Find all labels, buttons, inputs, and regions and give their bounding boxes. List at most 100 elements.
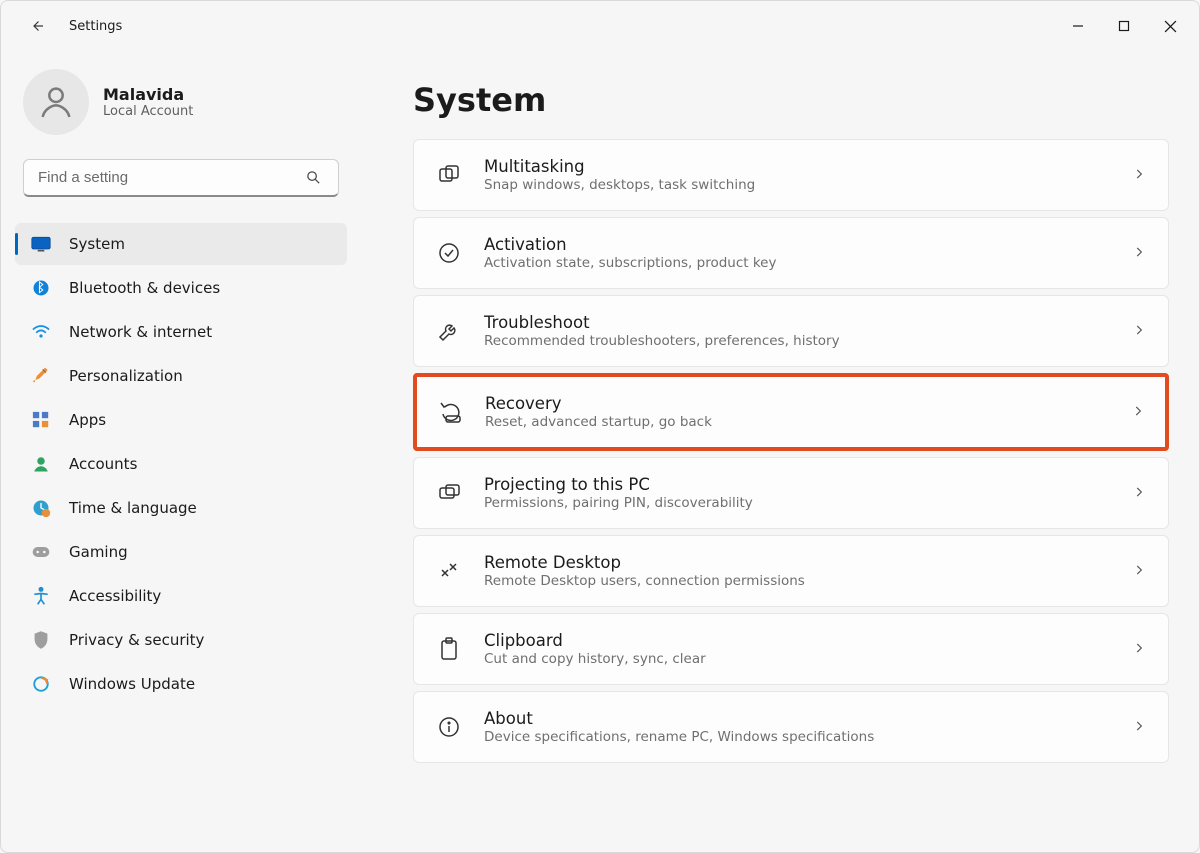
- card-text: Clipboard Cut and copy history, sync, cl…: [484, 631, 1110, 667]
- chevron-right-icon: [1132, 718, 1146, 737]
- sidebar-item-label: Accessibility: [69, 587, 161, 605]
- card-projecting[interactable]: Projecting to this PC Permissions, pairi…: [413, 457, 1169, 529]
- card-title: Multitasking: [484, 157, 1110, 176]
- chevron-right-icon: [1132, 562, 1146, 581]
- accessibility-icon: [31, 586, 51, 606]
- card-subtitle: Device specifications, rename PC, Window…: [484, 729, 1110, 745]
- sidebar-item-system[interactable]: System: [15, 223, 347, 265]
- card-remote-desktop[interactable]: Remote Desktop Remote Desktop users, con…: [413, 535, 1169, 607]
- sidebar-item-network[interactable]: Network & internet: [15, 311, 347, 353]
- content-area: Malavida Local Account System: [1, 51, 1199, 852]
- clock-globe-icon: [31, 498, 51, 518]
- gamepad-icon: [31, 542, 51, 562]
- projecting-icon: [436, 480, 462, 506]
- sidebar-item-label: System: [69, 235, 125, 253]
- profile-text: Malavida Local Account: [103, 85, 193, 119]
- sidebar-item-privacy[interactable]: Privacy & security: [15, 619, 347, 661]
- card-subtitle: Remote Desktop users, connection permiss…: [484, 573, 1110, 589]
- activation-icon: [436, 240, 462, 266]
- chevron-right-icon: [1132, 166, 1146, 185]
- nav: System Bluetooth & devices Network & int…: [15, 223, 347, 705]
- close-button[interactable]: [1147, 6, 1193, 46]
- window-controls: [1055, 6, 1193, 46]
- sidebar-item-windows-update[interactable]: Windows Update: [15, 663, 347, 705]
- shield-icon: [31, 630, 51, 650]
- chevron-right-icon: [1132, 640, 1146, 659]
- wrench-icon: [436, 318, 462, 344]
- search-container: [15, 153, 347, 211]
- close-icon: [1164, 20, 1177, 33]
- card-text: Recovery Reset, advanced startup, go bac…: [485, 394, 1109, 430]
- remote-desktop-icon: [436, 558, 462, 584]
- card-title: Remote Desktop: [484, 553, 1110, 572]
- chevron-right-icon: [1131, 403, 1145, 422]
- card-text: Remote Desktop Remote Desktop users, con…: [484, 553, 1110, 589]
- profile-name: Malavida: [103, 85, 193, 104]
- sidebar-item-label: Network & internet: [69, 323, 212, 341]
- search-input[interactable]: [23, 159, 339, 197]
- profile-block[interactable]: Malavida Local Account: [15, 61, 347, 153]
- card-recovery[interactable]: Recovery Reset, advanced startup, go bac…: [413, 373, 1169, 451]
- card-text: Projecting to this PC Permissions, pairi…: [484, 475, 1110, 511]
- card-subtitle: Permissions, pairing PIN, discoverabilit…: [484, 495, 1110, 511]
- system-icon: [31, 234, 51, 254]
- card-text: Activation Activation state, subscriptio…: [484, 235, 1110, 271]
- chevron-right-icon: [1132, 484, 1146, 503]
- card-about[interactable]: About Device specifications, rename PC, …: [413, 691, 1169, 763]
- sidebar-item-apps[interactable]: Apps: [15, 399, 347, 441]
- card-multitasking[interactable]: Multitasking Snap windows, desktops, tas…: [413, 139, 1169, 211]
- sidebar-item-gaming[interactable]: Gaming: [15, 531, 347, 573]
- sidebar-item-personalization[interactable]: Personalization: [15, 355, 347, 397]
- app-title: Settings: [69, 19, 122, 34]
- bluetooth-icon: [31, 278, 51, 298]
- minimize-button[interactable]: [1055, 6, 1101, 46]
- maximize-icon: [1118, 20, 1130, 32]
- sidebar-item-label: Windows Update: [69, 675, 195, 693]
- sidebar-item-label: Accounts: [69, 455, 137, 473]
- sidebar-item-label: Time & language: [69, 499, 197, 517]
- card-subtitle: Reset, advanced startup, go back: [485, 414, 1109, 430]
- card-activation[interactable]: Activation Activation state, subscriptio…: [413, 217, 1169, 289]
- avatar: [23, 69, 89, 135]
- titlebar: Settings: [1, 1, 1199, 51]
- card-subtitle: Snap windows, desktops, task switching: [484, 177, 1110, 193]
- profile-subtitle: Local Account: [103, 104, 193, 119]
- card-clipboard[interactable]: Clipboard Cut and copy history, sync, cl…: [413, 613, 1169, 685]
- card-subtitle: Recommended troubleshooters, preferences…: [484, 333, 1110, 349]
- sidebar-item-label: Privacy & security: [69, 631, 204, 649]
- sidebar-item-label: Personalization: [69, 367, 183, 385]
- multitasking-icon: [436, 162, 462, 188]
- minimize-icon: [1072, 20, 1084, 32]
- sidebar-item-time-language[interactable]: Time & language: [15, 487, 347, 529]
- card-text: Troubleshoot Recommended troubleshooters…: [484, 313, 1110, 349]
- back-arrow-icon: [28, 17, 46, 35]
- sidebar-item-bluetooth[interactable]: Bluetooth & devices: [15, 267, 347, 309]
- main-panel: System Multitasking Snap windows, deskto…: [361, 51, 1199, 852]
- sidebar-item-accessibility[interactable]: Accessibility: [15, 575, 347, 617]
- card-title: Activation: [484, 235, 1110, 254]
- card-subtitle: Cut and copy history, sync, clear: [484, 651, 1110, 667]
- search-icon: [305, 169, 322, 190]
- sidebar-item-label: Bluetooth & devices: [69, 279, 220, 297]
- person-icon: [36, 82, 76, 122]
- sidebar-item-label: Gaming: [69, 543, 128, 561]
- chevron-right-icon: [1132, 244, 1146, 263]
- accounts-icon: [31, 454, 51, 474]
- recovery-icon: [437, 399, 463, 425]
- wifi-icon: [31, 322, 51, 342]
- sidebar-item-accounts[interactable]: Accounts: [15, 443, 347, 485]
- apps-icon: [31, 410, 51, 430]
- sidebar: Malavida Local Account System: [1, 51, 361, 852]
- paintbrush-icon: [31, 366, 51, 386]
- back-button[interactable]: [19, 8, 55, 44]
- sidebar-item-label: Apps: [69, 411, 106, 429]
- card-title: Clipboard: [484, 631, 1110, 650]
- card-title: About: [484, 709, 1110, 728]
- card-subtitle: Activation state, subscriptions, product…: [484, 255, 1110, 271]
- settings-card-list: Multitasking Snap windows, desktops, tas…: [413, 139, 1169, 763]
- page-title: System: [413, 81, 1169, 119]
- card-troubleshoot[interactable]: Troubleshoot Recommended troubleshooters…: [413, 295, 1169, 367]
- card-title: Recovery: [485, 394, 1109, 413]
- settings-window: Settings Malavida Local Account: [0, 0, 1200, 853]
- maximize-button[interactable]: [1101, 6, 1147, 46]
